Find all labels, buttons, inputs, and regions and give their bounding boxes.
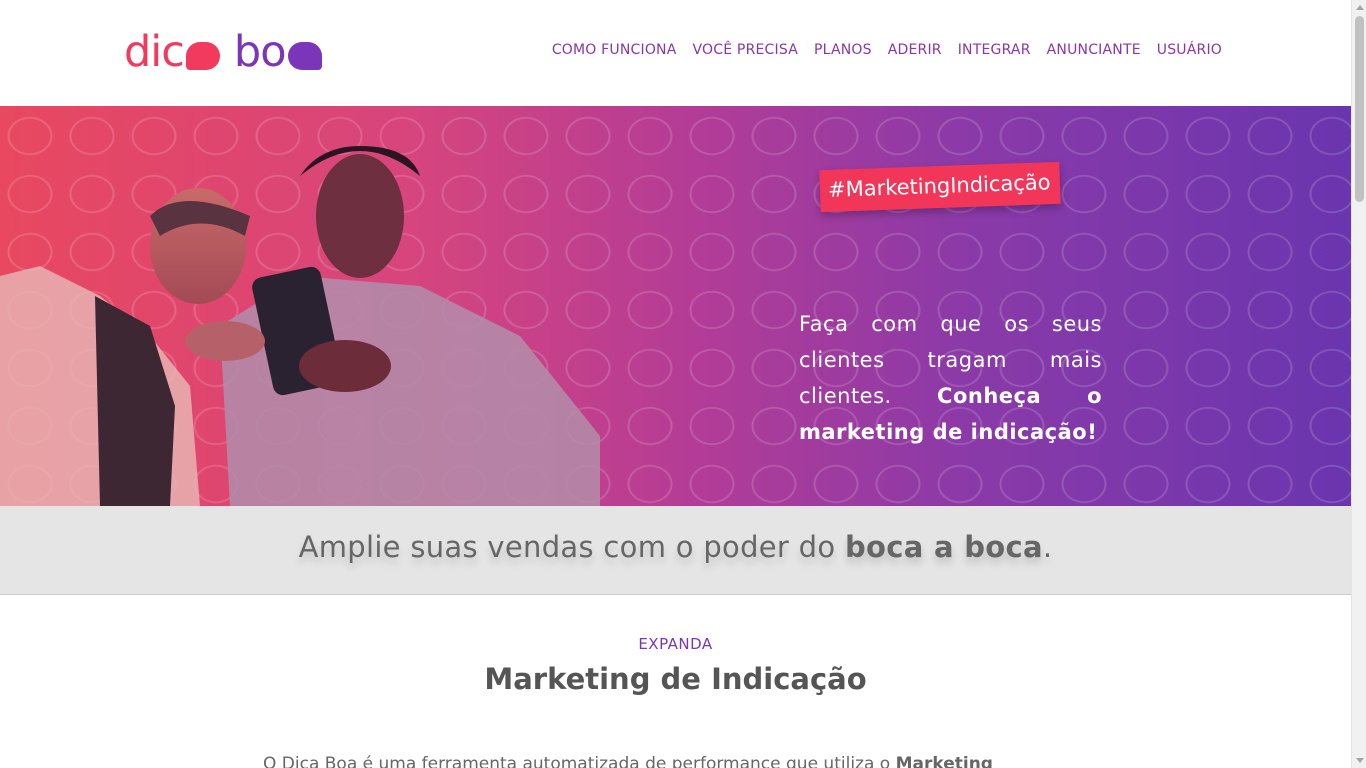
hero-banner: #MarketingIndicação Faça com que os seus… <box>0 106 1351 506</box>
nav-anunciante[interactable]: ANUNCIANTE <box>1047 42 1141 58</box>
hero-tagline: Faça com que os seus clientes tragam mai… <box>799 306 1102 450</box>
slogan-text: Amplie suas vendas com o poder do boca a… <box>0 530 1351 564</box>
scroll-thumb[interactable] <box>1355 16 1364 202</box>
slogan-end: . <box>1042 530 1053 564</box>
nav-planos[interactable]: PLANOS <box>814 42 872 58</box>
section-eyebrow: EXPANDA <box>638 635 713 653</box>
slogan-band: Amplie suas vendas com o poder do boca a… <box>0 506 1351 595</box>
main-nav: COMO FUNCIONA VOCÊ PRECISA PLANOS ADERIR… <box>552 42 1222 58</box>
speech-bubble-icon <box>185 42 220 70</box>
nav-aderir[interactable]: ADERIR <box>888 42 942 58</box>
nav-como-funciona[interactable]: COMO FUNCIONA <box>552 42 677 58</box>
dica-boa-logo[interactable]: dic bo <box>124 30 322 74</box>
slogan-bold: boca a boca <box>844 530 1043 564</box>
nav-integrar[interactable]: INTEGRAR <box>958 42 1031 58</box>
section-body: O Dica Boa é uma ferramenta automatizada… <box>263 754 1089 768</box>
scroll-down-icon[interactable] <box>1356 758 1364 763</box>
speech-bubble-icon <box>287 42 322 70</box>
nav-voce-precisa[interactable]: VOCÊ PRECISA <box>693 42 798 58</box>
logo-text-dica: dic <box>124 27 185 77</box>
nav-usuario[interactable]: USUÁRIO <box>1157 42 1222 58</box>
logo-text-boa: b <box>233 27 261 77</box>
section-title: Marketing de Indicação <box>484 662 867 696</box>
section-body-regular: O Dica Boa é uma ferramenta automatizada… <box>263 754 896 768</box>
hashtag-badge: #MarketingIndicação <box>819 161 1061 213</box>
site-header: dic bo COMO FUNCIONA VOCÊ PRECISA PLANOS… <box>0 0 1351 106</box>
scroll-up-icon[interactable] <box>1356 5 1364 10</box>
page-scrollbar[interactable] <box>1351 0 1366 768</box>
slogan-regular: Amplie suas vendas com o poder do <box>298 530 845 564</box>
section-body-bold: Marketing <box>895 754 993 768</box>
logo-text-boa-end: o <box>260 27 286 77</box>
hero-people-image <box>0 146 600 506</box>
